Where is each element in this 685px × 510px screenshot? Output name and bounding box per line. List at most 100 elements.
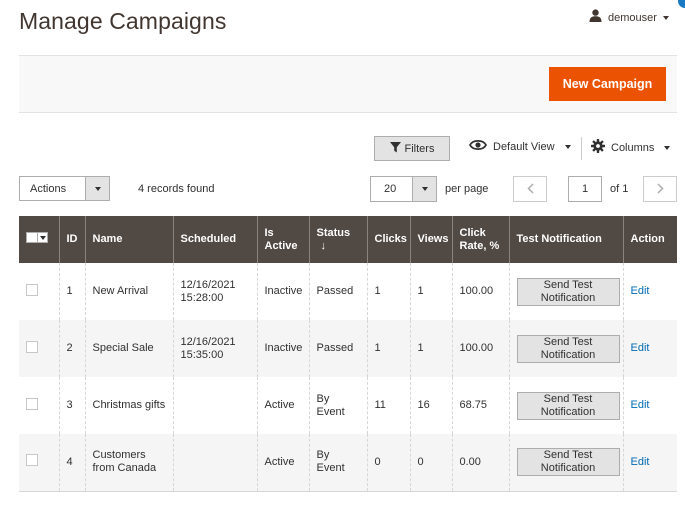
table-row: 2 Special Sale 12/16/2021 15:35:00 Inact… [19,320,677,377]
col-clicks[interactable]: Clicks [366,216,410,263]
cell-id: 2 [58,320,85,377]
campaigns-grid: ID Name Scheduled Is Active Status↓ Clic… [19,216,677,492]
cell-status: Passed [308,320,367,377]
col-id[interactable]: ID [58,216,85,263]
records-count: 4 records found [138,183,215,195]
edit-link[interactable]: Edit [631,456,650,468]
cell-views: 1 [409,263,452,320]
cell-name: New Arrival [84,263,173,320]
edit-link[interactable]: Edit [631,399,650,411]
cell-views: 16 [409,377,452,434]
mass-actions-select[interactable]: Actions [19,176,110,201]
row-checkbox[interactable] [26,340,38,353]
columns-label: Columns [611,141,655,154]
new-campaign-button[interactable]: New Campaign [549,67,666,101]
row-select-cell [19,320,59,377]
cell-scheduled [172,434,257,492]
cell-is-active: Active [256,434,309,492]
cell-scheduled: 12/16/2021 15:35:00 [172,320,257,377]
cell-id: 1 [58,263,85,320]
mass-select-checkbox[interactable] [26,232,48,243]
prev-page-button[interactable] [513,176,547,202]
user-menu[interactable]: demouser [589,9,669,27]
row-checkbox[interactable] [26,283,38,296]
cell-clicks: 11 [366,377,410,434]
next-page-button[interactable] [643,176,677,202]
table-row: 4 Customers from Canada Active By Event … [19,434,677,492]
user-name: demouser [608,12,657,24]
col-test-notification: Test Notification [508,216,623,263]
col-status-label: Status [316,226,351,239]
row-checkbox[interactable] [26,454,38,467]
eye-icon [468,139,488,154]
page-title: Manage Campaigns [19,8,227,34]
cell-click-rate: 68.75 [451,377,509,434]
cell-status: By Event [308,434,367,492]
col-name[interactable]: Name [84,216,173,263]
chevron-down-icon [412,177,436,201]
cell-click-rate: 100.00 [451,263,509,320]
cell-test-notification: Send Test Notification [508,263,623,320]
send-test-notification-button[interactable]: Send Test Notification [516,277,620,306]
page-total: of 1 [610,183,629,195]
col-status[interactable]: Status↓ [308,216,367,263]
sort-arrow-icon: ↓ [320,239,327,252]
cell-status: Passed [308,263,367,320]
cell-action: Edit [622,434,677,492]
row-select-cell [19,434,59,492]
edit-link[interactable]: Edit [631,342,650,354]
chevron-down-icon [662,16,669,20]
cell-name: Customers from Canada [84,434,173,492]
cell-action: Edit [622,377,677,434]
send-test-notification-button[interactable]: Send Test Notification [516,391,620,420]
cell-click-rate: 100.00 [451,320,509,377]
per-page-select[interactable]: 20 [370,176,437,202]
cell-status: By Event [308,377,367,434]
cell-id: 4 [58,434,85,492]
row-checkbox[interactable] [26,397,38,410]
filters-button[interactable]: Filters [374,136,450,161]
cell-click-rate: 0.00 [451,434,509,492]
cell-is-active: Active [256,377,309,434]
cell-name: Special Sale [84,320,173,377]
actions-label: Actions [30,183,67,195]
cell-views: 1 [409,320,452,377]
cell-scheduled [172,377,257,434]
col-click-rate[interactable]: Click Rate, % [451,216,509,263]
row-select-cell [19,377,59,434]
cell-test-notification: Send Test Notification [508,434,623,492]
chevron-right-icon [656,182,664,197]
edit-link[interactable]: Edit [631,285,650,297]
funnel-icon [389,141,401,156]
chevron-down-icon [664,145,671,150]
chevron-down-icon [564,144,571,149]
toolbar-divider [581,137,582,160]
cell-is-active: Inactive [256,263,309,320]
col-scheduled[interactable]: Scheduled [172,216,257,263]
gear-icon [591,139,605,156]
notification-dot [678,0,685,8]
chevron-down-icon [85,177,109,200]
cell-test-notification: Send Test Notification [508,377,623,434]
user-icon [589,9,602,27]
col-is-active[interactable]: Is Active [256,216,309,263]
cell-action: Edit [622,263,677,320]
table-row: 3 Christmas gifts Active By Event 11 16 … [19,377,677,434]
cell-views: 0 [409,434,452,492]
mass-select-header[interactable] [19,216,59,263]
cell-clicks: 1 [366,320,410,377]
view-label: Default View [493,140,555,153]
per-page-label: per page [445,183,489,195]
cell-id: 3 [58,377,85,434]
cell-action: Edit [622,320,677,377]
columns-button[interactable]: Columns [591,139,671,156]
page-number-input[interactable]: 1 [568,176,602,202]
send-test-notification-button[interactable]: Send Test Notification [516,448,620,477]
per-page-value: 20 [384,183,397,195]
filters-label: Filters [404,142,435,155]
send-test-notification-button[interactable]: Send Test Notification [516,334,620,363]
col-views[interactable]: Views [409,216,452,263]
row-select-cell [19,263,59,320]
view-switcher[interactable]: Default View [468,139,571,154]
cell-scheduled: 12/16/2021 15:28:00 [172,263,257,320]
